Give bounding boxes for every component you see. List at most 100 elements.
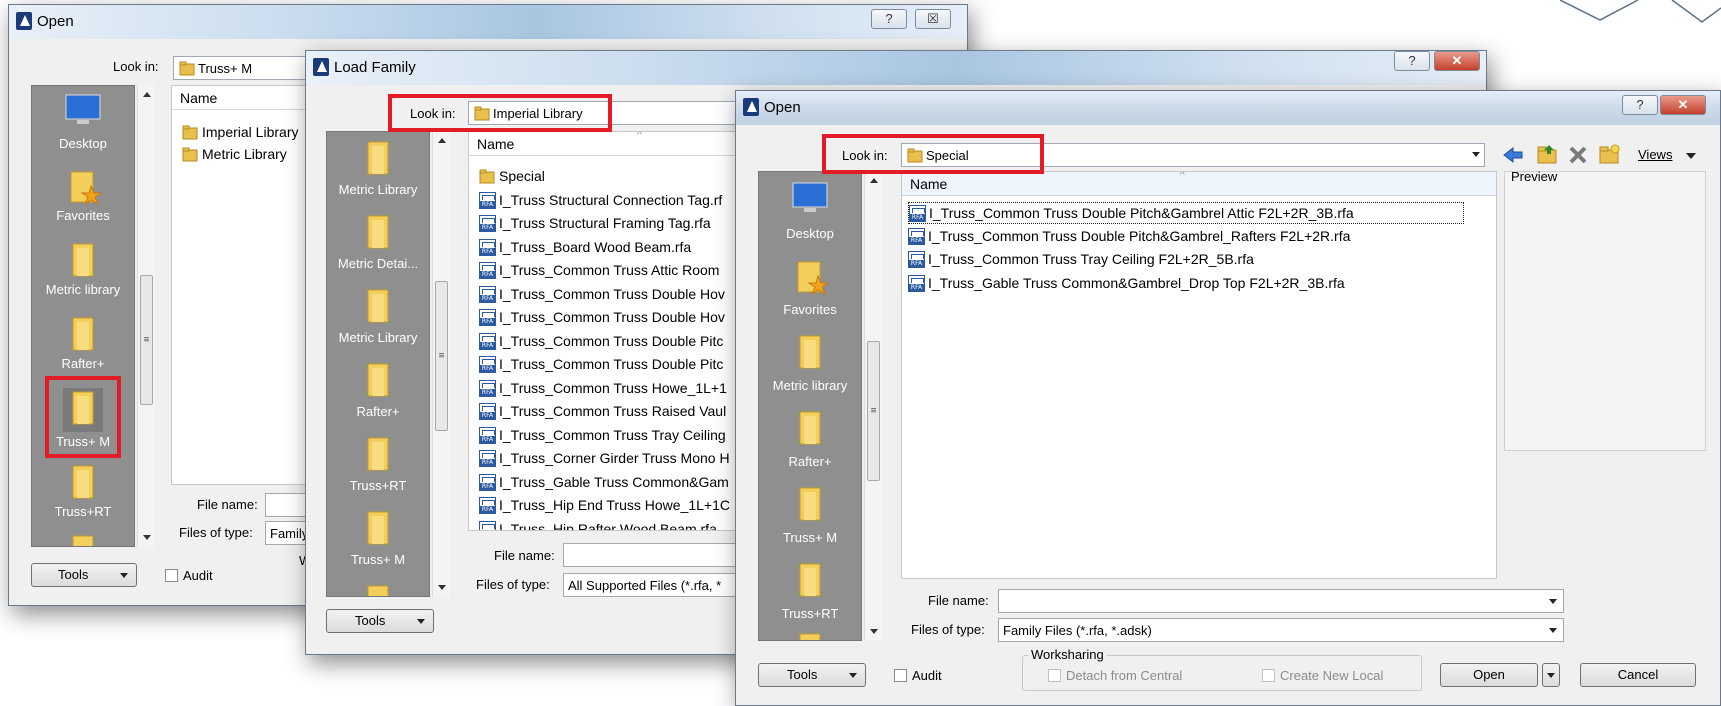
folder-icon (799, 411, 821, 445)
place-metric-library[interactable]: Metric Library (327, 138, 429, 204)
place-label: Desktop (786, 226, 834, 241)
worksharing-label: Worksharing (1028, 647, 1107, 662)
favorites-icon (797, 261, 830, 296)
column-header-name[interactable]: Name ^ (902, 172, 1496, 196)
place-label: Rafter+ (788, 454, 832, 469)
rfa-file-icon (908, 251, 925, 268)
close-button[interactable]: ✕ (1660, 95, 1706, 115)
help-button[interactable]: ? (1394, 51, 1430, 71)
places-scrollbar[interactable]: ≡ (864, 171, 882, 641)
chevron-down-icon[interactable] (1686, 153, 1696, 159)
audit-label: Audit (912, 668, 942, 683)
place-metric-detail[interactable]: Metric Detai... (327, 212, 429, 278)
place-label: Metric Library (338, 330, 418, 345)
create-new-local-label: Create New Local (1280, 668, 1384, 683)
rfa-file-icon (479, 285, 496, 303)
open-options-dropdown[interactable] (1542, 663, 1560, 687)
place-truss-rt[interactable]: Truss+RT (759, 560, 861, 626)
new-folder-icon[interactable] (1598, 143, 1620, 165)
list-item[interactable]: I_Truss_Common Truss Double Pitch&Gambre… (908, 202, 1464, 224)
folder-icon (367, 437, 389, 471)
place-more[interactable] (32, 532, 134, 546)
place-label: Rafter+ (61, 356, 105, 371)
close-button[interactable]: ✕ (1434, 51, 1480, 71)
sort-arrow-icon: ^ (1180, 171, 1185, 181)
cancel-button[interactable]: Cancel (1580, 663, 1696, 687)
scroll-thumb[interactable]: ≡ (140, 275, 153, 405)
rfa-file-icon (479, 191, 496, 209)
tools-button[interactable]: Tools (758, 663, 866, 687)
dialog-title: Open (37, 13, 74, 30)
close-button[interactable]: ☒ (915, 9, 951, 29)
help-button[interactable]: ? (1622, 95, 1658, 115)
audit-checkbox[interactable] (894, 669, 907, 682)
scroll-down-arrow[interactable] (142, 535, 151, 540)
rfa-file-icon (479, 520, 496, 530)
scroll-down-arrow[interactable] (869, 629, 878, 634)
file-list[interactable]: Name Imperial Library Metric Library (171, 85, 321, 485)
file-name-field[interactable] (998, 589, 1564, 613)
place-favorites[interactable]: Favorites (759, 256, 861, 322)
files-of-type-label: Files of type: (476, 577, 550, 592)
tools-button[interactable]: Tools (31, 563, 137, 587)
column-header-name[interactable]: Name (172, 86, 320, 110)
scroll-up-arrow[interactable] (142, 92, 151, 97)
places-scrollbar[interactable]: ≡ (137, 85, 155, 547)
place-favorites[interactable]: Favorites (32, 166, 134, 230)
detach-from-central-label: Detach from Central (1066, 668, 1183, 683)
file-list[interactable]: Name ^ I_Truss_Common Truss Double Pitch… (901, 171, 1497, 579)
scroll-up-arrow[interactable] (437, 138, 446, 143)
place-desktop[interactable]: Desktop (759, 180, 861, 246)
place-label: Desktop (59, 136, 107, 151)
delete-icon[interactable] (1568, 145, 1588, 165)
chevron-down-icon (1549, 628, 1557, 633)
place-rafter[interactable]: Rafter+ (759, 408, 861, 474)
place-desktop[interactable]: Desktop (32, 92, 134, 156)
scroll-thumb[interactable]: ≡ (435, 281, 448, 431)
place-metric-library[interactable]: Metric library (32, 240, 134, 304)
place-more[interactable] (327, 582, 429, 596)
scroll-down-arrow[interactable] (437, 585, 446, 590)
files-of-type-label: Files of type: (911, 622, 985, 637)
look-in-combo[interactable]: Special (901, 143, 1485, 167)
back-icon[interactable] (1502, 145, 1524, 165)
rfa-file-icon (479, 332, 496, 350)
place-truss-m[interactable]: Truss+ M (759, 484, 861, 550)
place-metric-library-2[interactable]: Metric Library (327, 286, 429, 352)
scroll-up-arrow[interactable] (869, 178, 878, 183)
folder-icon (63, 388, 103, 432)
place-more[interactable] (759, 630, 861, 640)
rfa-file-icon (479, 450, 496, 467)
scroll-thumb[interactable]: ≡ (867, 341, 880, 481)
rfa-file-icon (479, 262, 496, 279)
title-bar[interactable]: Open ? ✕ (736, 91, 1720, 125)
place-label: Truss+ M (55, 434, 111, 449)
places-scrollbar[interactable]: ≡ (432, 131, 450, 597)
create-new-local-checkbox[interactable] (1262, 669, 1275, 682)
files-of-type-select[interactable]: Family Files (*.rfa, *.adsk) (998, 618, 1564, 642)
title-bar[interactable]: Open ? ☒ (9, 5, 967, 39)
place-truss-m[interactable]: Truss+ M (32, 384, 134, 454)
help-button[interactable]: ? (871, 9, 907, 29)
up-folder-icon[interactable] (1536, 143, 1558, 165)
place-rafter[interactable]: Rafter+ (327, 360, 429, 426)
look-in-value: Imperial Library (493, 106, 583, 121)
place-label: Metric Library (338, 182, 418, 197)
place-rafter[interactable]: Rafter+ (32, 314, 134, 378)
favorites-icon (70, 171, 103, 206)
open-button[interactable]: Open (1440, 663, 1538, 687)
views-menu-label[interactable]: Views (1638, 147, 1672, 162)
place-metric-library[interactable]: Metric library (759, 332, 861, 398)
place-truss-rt[interactable]: Truss+RT (32, 462, 134, 526)
title-bar[interactable]: Load Family ? ✕ (306, 51, 1486, 85)
detach-from-central-checkbox[interactable] (1048, 669, 1061, 682)
place-truss-m[interactable]: Truss+ M (327, 508, 429, 574)
background-decoration (1560, 0, 1721, 23)
rfa-file-icon (479, 238, 496, 256)
rfa-file-icon (908, 274, 925, 292)
audit-checkbox[interactable] (165, 569, 178, 582)
tools-button[interactable]: Tools (326, 609, 434, 633)
place-truss-rt[interactable]: Truss+RT (327, 434, 429, 500)
look-in-value: Truss+ M (198, 61, 253, 76)
folder-icon (367, 363, 389, 397)
